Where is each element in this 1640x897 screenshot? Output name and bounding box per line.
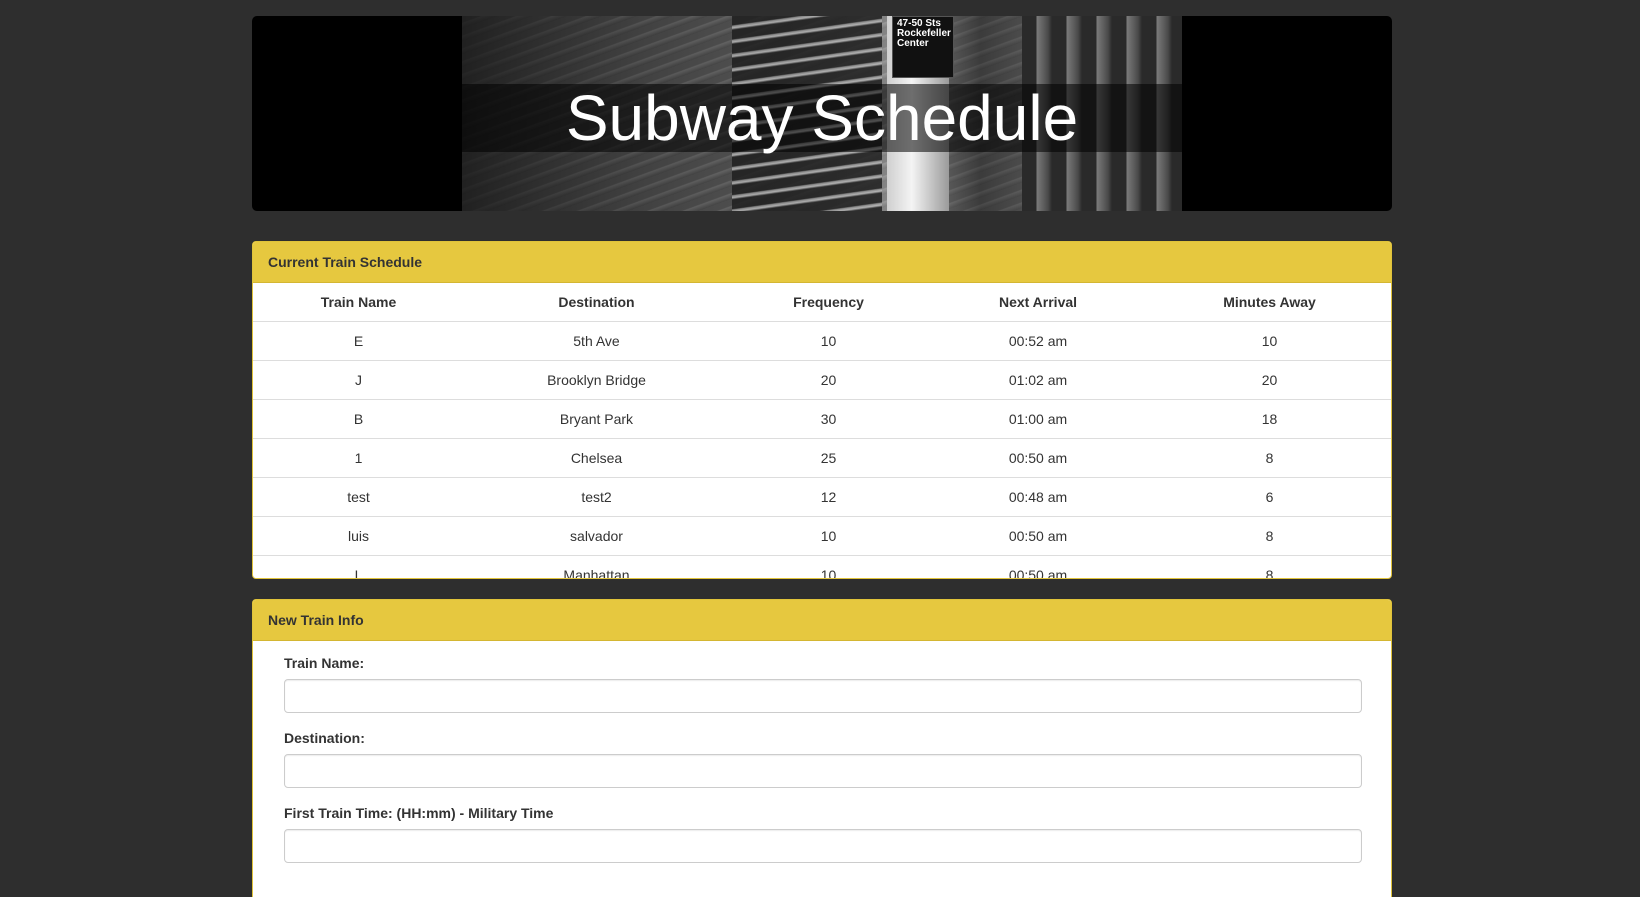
cell-destination: Manhattan [464, 555, 729, 578]
column-header-minutes-away: Minutes Away [1148, 283, 1391, 322]
cell-train-name: luis [253, 516, 464, 556]
new-train-panel-heading: New Train Info [253, 600, 1391, 641]
cell-frequency: 12 [729, 477, 928, 517]
cell-frequency: 10 [729, 321, 928, 361]
station-sign: 47-50 Sts Rockefeller Center [892, 16, 954, 78]
schedule-table: Train Name Destination Frequency Next Ar… [253, 283, 1391, 578]
cell-train-name: E [253, 321, 464, 361]
cell-minutes-away: 20 [1148, 360, 1391, 400]
cell-destination: 5th Ave [464, 321, 729, 361]
new-train-panel: New Train Info Train Name: Destination: … [252, 599, 1392, 897]
cell-train-name: 1 [253, 438, 464, 478]
train-name-group: Train Name: [284, 655, 1362, 713]
train-name-label: Train Name: [284, 655, 365, 671]
station-sign-line: Center [897, 38, 929, 49]
cell-frequency: 10 [729, 516, 928, 556]
table-row: test test2 12 00:48 am 6 [253, 477, 1391, 517]
page-title: Subway Schedule [565, 82, 1079, 154]
cell-train-name: B [253, 399, 464, 439]
cell-next-arrival: 00:52 am [928, 321, 1148, 361]
cell-frequency: 20 [729, 360, 928, 400]
cell-next-arrival: 00:50 am [928, 516, 1148, 556]
column-header-destination: Destination [464, 283, 729, 322]
cell-train-name: test [253, 477, 464, 517]
cell-frequency: 25 [729, 438, 928, 478]
cell-next-arrival: 00:48 am [928, 477, 1148, 517]
train-name-input[interactable] [284, 679, 1362, 713]
destination-input[interactable] [284, 754, 1362, 788]
destination-group: Destination: [284, 730, 1362, 788]
cell-minutes-away: 6 [1148, 477, 1391, 517]
table-row: L Manhattan 10 00:50 am 8 [253, 555, 1391, 578]
table-header-row: Train Name Destination Frequency Next Ar… [253, 283, 1391, 322]
cell-destination: Bryant Park [464, 399, 729, 439]
cell-next-arrival: 01:02 am [928, 360, 1148, 400]
table-row: B Bryant Park 30 01:00 am 18 [253, 399, 1391, 439]
cell-next-arrival: 00:50 am [928, 555, 1148, 578]
cell-frequency: 10 [729, 555, 928, 578]
cell-minutes-away: 10 [1148, 321, 1391, 361]
header-banner: 47-50 Sts Rockefeller Center Subway Sche… [252, 16, 1392, 211]
cell-frequency: 30 [729, 399, 928, 439]
first-train-time-input[interactable] [284, 829, 1362, 863]
cell-destination: test2 [464, 477, 729, 517]
first-train-time-label: First Train Time: (HH:mm) - Military Tim… [284, 805, 554, 821]
new-train-form: Train Name: Destination: First Train Tim… [253, 641, 1391, 863]
table-row: E 5th Ave 10 00:52 am 10 [253, 321, 1391, 361]
cell-train-name: L [253, 555, 464, 578]
cell-minutes-away: 8 [1148, 555, 1391, 578]
cell-minutes-away: 8 [1148, 516, 1391, 556]
cell-minutes-away: 8 [1148, 438, 1391, 478]
column-header-train-name: Train Name [253, 283, 464, 322]
cell-train-name: J [253, 360, 464, 400]
schedule-panel-heading: Current Train Schedule [253, 242, 1391, 283]
page: 47-50 Sts Rockefeller Center Subway Sche… [0, 0, 1640, 897]
table-row: J Brooklyn Bridge 20 01:02 am 20 [253, 360, 1391, 400]
column-header-frequency: Frequency [729, 283, 928, 322]
table-row: luis salvador 10 00:50 am 8 [253, 516, 1391, 556]
cell-next-arrival: 01:00 am [928, 399, 1148, 439]
cell-minutes-away: 18 [1148, 399, 1391, 439]
table-row: 1 Chelsea 25 00:50 am 8 [253, 438, 1391, 478]
cell-destination: salvador [464, 516, 729, 556]
destination-label: Destination: [284, 730, 365, 746]
cell-destination: Brooklyn Bridge [464, 360, 729, 400]
column-header-next-arrival: Next Arrival [928, 283, 1148, 322]
cell-next-arrival: 00:50 am [928, 438, 1148, 478]
first-train-time-group: First Train Time: (HH:mm) - Military Tim… [284, 805, 1362, 863]
cell-destination: Chelsea [464, 438, 729, 478]
schedule-panel: Current Train Schedule Train Name Destin… [252, 241, 1392, 579]
